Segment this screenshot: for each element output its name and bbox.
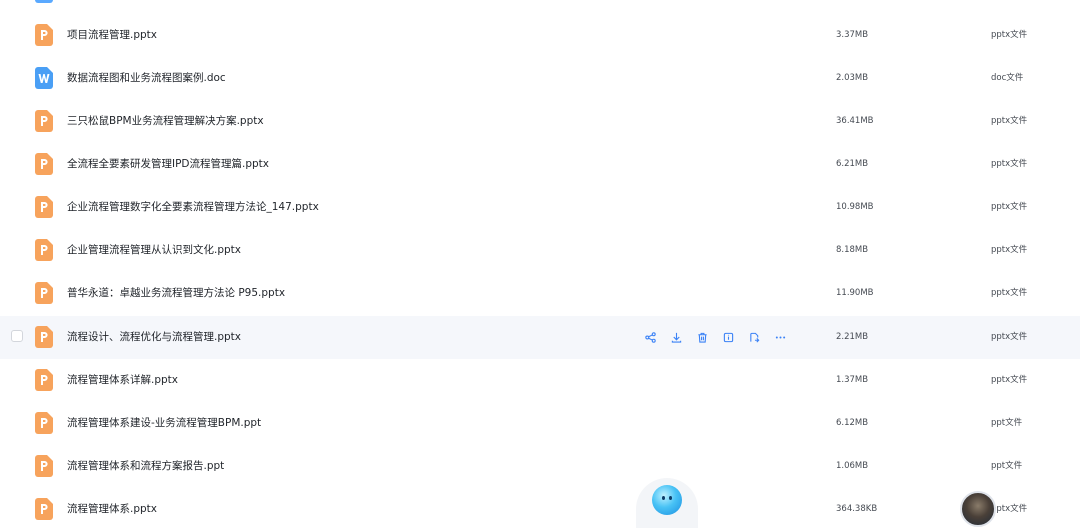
file-row[interactable]: 全流程全要素研发管理IPD流程管理篇.pptx 6.21MB pptx文件: [0, 143, 1080, 186]
info-icon[interactable]: [721, 330, 735, 344]
user-avatar[interactable]: [960, 491, 996, 527]
file-size: 2.03MB: [836, 73, 869, 83]
file-size: 11.90MB: [836, 288, 874, 298]
file-row[interactable]: 流程设计、流程优化与流程管理.pptx 2.21MB pptx文件: [0, 316, 1080, 359]
file-row[interactable]: 三只松鼠BPM业务流程管理解决方案.pptx 36.41MB pptx文件: [0, 100, 1080, 143]
file-type: ppt文件: [991, 461, 1023, 471]
ppt-file-icon: [35, 282, 53, 304]
file-name[interactable]: 项目流程管理.pptx: [67, 14, 157, 57]
ppt-file-icon: [35, 153, 53, 175]
file-type: pptx文件: [991, 375, 1028, 385]
ppt-file-icon: [35, 412, 53, 434]
file-list: 项目流程管理.pptx 3.37MB pptx文件 数据流程图和业务流程图案例.doc…: [0, 0, 1080, 528]
file-row[interactable]: 流程管理体系建设-业务流程管理BPM.ppt 6.12MB ppt文件: [0, 402, 1080, 445]
ppt-file-icon: [35, 455, 53, 477]
file-type: pptx文件: [991, 116, 1028, 126]
word-file-icon: [35, 67, 53, 89]
file-name[interactable]: 企业流程管理数字化全要素流程管理方法论_147.pptx: [67, 186, 319, 229]
file-size: 1.37MB: [836, 375, 869, 385]
file-row[interactable]: 流程管理体系.pptx 364.38KB pptx文件: [0, 488, 1080, 528]
file-row[interactable]: 数据流程图和业务流程图案例.doc 2.03MB doc文件: [0, 57, 1080, 100]
ppt-file-icon: [35, 498, 53, 520]
file-type: pptx文件: [991, 504, 1028, 514]
file-row[interactable]: 项目流程管理.pptx 3.37MB pptx文件: [0, 14, 1080, 57]
file-size: 36.41MB: [836, 116, 874, 126]
file-size: 6.21MB: [836, 159, 869, 169]
share-icon[interactable]: [643, 330, 657, 344]
file-name[interactable]: 流程管理体系建设-业务流程管理BPM.ppt: [67, 402, 261, 445]
file-name[interactable]: 全流程全要素研发管理IPD流程管理篇.pptx: [67, 143, 269, 186]
file-size: 3.37MB: [836, 30, 869, 40]
file-name[interactable]: 流程管理体系.pptx: [67, 488, 157, 528]
file-size: 6.12MB: [836, 418, 869, 428]
file-type: ppt文件: [991, 418, 1023, 428]
file-name[interactable]: 流程管理体系详解.pptx: [67, 359, 178, 402]
ppt-file-icon: [35, 326, 53, 348]
file-size: 1.06MB: [836, 461, 869, 471]
more-icon[interactable]: [773, 330, 787, 344]
file-row[interactable]: 普华永道：卓越业务流程管理方法论 P95.pptx 11.90MB pptx文件: [0, 272, 1080, 315]
file-row[interactable]: 企业管理流程管理从认识到文化.pptx 8.18MB pptx文件: [0, 229, 1080, 272]
file-size: 8.18MB: [836, 245, 869, 255]
partial-file-icon: [35, 0, 53, 3]
file-row[interactable]: 流程管理体系详解.pptx 1.37MB pptx文件: [0, 359, 1080, 402]
assistant-bubble-icon[interactable]: [652, 485, 682, 515]
file-type: doc文件: [991, 73, 1024, 83]
file-row[interactable]: 企业流程管理数字化全要素流程管理方法论_147.pptx 10.98MB pptx文…: [0, 186, 1080, 229]
row-actions: [643, 330, 787, 344]
file-row[interactable]: 流程管理体系和流程方案报告.ppt 1.06MB ppt文件: [0, 445, 1080, 488]
ppt-file-icon: [35, 239, 53, 261]
ppt-file-icon: [35, 369, 53, 391]
file-type: pptx文件: [991, 332, 1028, 342]
file-name[interactable]: 流程设计、流程优化与流程管理.pptx: [67, 316, 241, 359]
row-checkbox[interactable]: [11, 330, 23, 342]
file-type: pptx文件: [991, 30, 1028, 40]
file-size: 2.21MB: [836, 332, 869, 342]
file-name[interactable]: 企业管理流程管理从认识到文化.pptx: [67, 229, 241, 272]
file-name[interactable]: 三只松鼠BPM业务流程管理解决方案.pptx: [67, 100, 264, 143]
ppt-file-icon: [35, 24, 53, 46]
file-type: pptx文件: [991, 159, 1028, 169]
move-icon[interactable]: [747, 330, 761, 344]
file-name[interactable]: 普华永道：卓越业务流程管理方法论 P95.pptx: [67, 272, 285, 315]
file-name[interactable]: 数据流程图和业务流程图案例.doc: [67, 57, 226, 100]
file-name[interactable]: 流程管理体系和流程方案报告.ppt: [67, 445, 224, 488]
delete-icon[interactable]: [695, 330, 709, 344]
file-type: pptx文件: [991, 288, 1028, 298]
download-icon[interactable]: [669, 330, 683, 344]
file-size: 364.38KB: [836, 504, 878, 514]
file-type: pptx文件: [991, 202, 1028, 212]
ppt-file-icon: [35, 196, 53, 218]
file-type: pptx文件: [991, 245, 1028, 255]
file-size: 10.98MB: [836, 202, 874, 212]
ppt-file-icon: [35, 110, 53, 132]
